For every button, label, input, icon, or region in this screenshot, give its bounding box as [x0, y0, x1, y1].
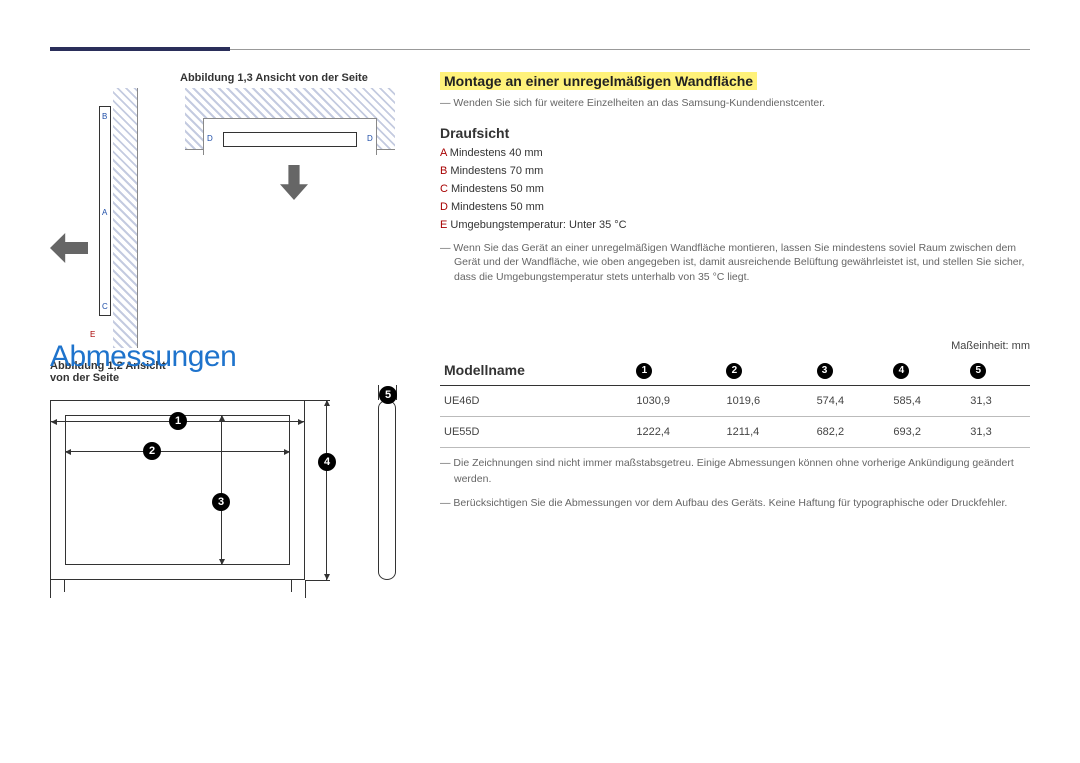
table-row: UE55D 1222,4 1211,4 682,2 693,2 31,3: [440, 417, 1030, 448]
spec-b: B Mindestens 70 mm: [440, 165, 1030, 177]
cell: 693,2: [889, 417, 966, 448]
cell-model: UE55D: [440, 417, 632, 448]
front-view-inner: [65, 415, 290, 565]
table-header-row: Modellname 1 2 3 4 5: [440, 356, 1030, 386]
cell: 31,3: [966, 417, 1030, 448]
dimensions-heading: Abmessungen: [50, 340, 440, 374]
diagrams-column: Abbildung 1,3 Ansicht von der Seite B A …: [50, 70, 440, 285]
cell-model: UE46D: [440, 386, 632, 417]
cell: 1019,6: [722, 386, 812, 417]
dimensions-table: Modellname 1 2 3 4 5 UE46D 1030,9 1019,6…: [440, 356, 1030, 448]
marker-d-left: D: [207, 134, 213, 143]
col-model: Modellname: [440, 356, 632, 386]
col-5: 5: [966, 356, 1030, 386]
marker-d-right: D: [367, 134, 373, 143]
cell: 1222,4: [632, 417, 722, 448]
side-view-outline: [378, 400, 396, 580]
topview-heading: Draufsicht: [440, 125, 1030, 141]
figure-1-3-caption: Abbildung 1,3 Ansicht von der Seite: [180, 72, 368, 84]
cell: 1030,9: [632, 386, 722, 417]
unit-label: Maßeinheit: mm: [440, 340, 1030, 352]
contact-note: Wenden Sie sich für weitere Einzelheiten…: [440, 96, 1030, 111]
ext-tick-4: [305, 580, 306, 598]
table-row: UE46D 1030,9 1019,6 574,4 585,4 31,3: [440, 386, 1030, 417]
spec-c: C Mindestens 50 mm: [440, 183, 1030, 195]
col-3: 3: [813, 356, 890, 386]
wall-hatched-horizontal: D D: [185, 88, 395, 150]
header-thin-rule: [230, 49, 1030, 50]
figure-1-2-side-diagram: B A C E: [75, 88, 140, 348]
marker-e: E: [90, 330, 95, 339]
spec-a: A Mindestens 40 mm: [440, 147, 1030, 159]
dim-marker-2: 2: [143, 442, 161, 460]
col-4: 4: [889, 356, 966, 386]
device-top-outline: [223, 132, 357, 147]
cell: 682,2: [813, 417, 890, 448]
dim-marker-4: 4: [318, 453, 336, 471]
ext-tick-3: [291, 580, 292, 592]
marker-c: C: [102, 302, 108, 311]
dim-marker-5: 5: [379, 386, 397, 404]
ext-tick-2: [64, 580, 65, 592]
dim-4-tick-bottom: [305, 580, 330, 581]
col-1: 1: [632, 356, 722, 386]
dim-2-arrow: [65, 451, 290, 452]
cell: 574,4: [813, 386, 890, 417]
dimensions-table-block: Maßeinheit: mm Modellname 1 2 3 4 5 UE46…: [440, 340, 1030, 512]
cell: 31,3: [966, 386, 1030, 417]
spec-e: E Umgebungstemperatur: Unter 35 °C: [440, 219, 1030, 231]
spec-d: D Mindestens 50 mm: [440, 201, 1030, 213]
header-accent-bar: [50, 47, 230, 51]
col-2: 2: [722, 356, 812, 386]
marker-b: B: [102, 112, 107, 121]
arrow-left-icon: [50, 233, 88, 263]
cell: 1211,4: [722, 417, 812, 448]
dim-3-arrow: [221, 415, 222, 565]
mounting-heading: Montage an einer unregelmäßigen Wandfläc…: [440, 72, 757, 90]
front-view-outline: 1 2 3: [50, 400, 305, 580]
dim-marker-3: 3: [212, 493, 230, 511]
ventilation-note: Wenn Sie das Gerät an einer unregelmäßig…: [440, 241, 1030, 285]
ext-tick-1: [50, 580, 51, 598]
dimensions-drawing: Abmessungen 1 2 3 4 5: [50, 340, 440, 512]
wall-hatched-vertical: [113, 88, 138, 348]
marker-a: A: [102, 208, 107, 217]
cell: 585,4: [889, 386, 966, 417]
dim-4-arrow: [326, 400, 327, 580]
dim-marker-1: 1: [169, 412, 187, 430]
footnote-2: Berücksichtigen Sie die Abmessungen vor …: [440, 496, 1030, 512]
mounting-text-column: Montage an einer unregelmäßigen Wandfläc…: [440, 70, 1030, 285]
footnote-1: Die Zeichnungen sind nicht immer maßstab…: [440, 456, 1030, 488]
